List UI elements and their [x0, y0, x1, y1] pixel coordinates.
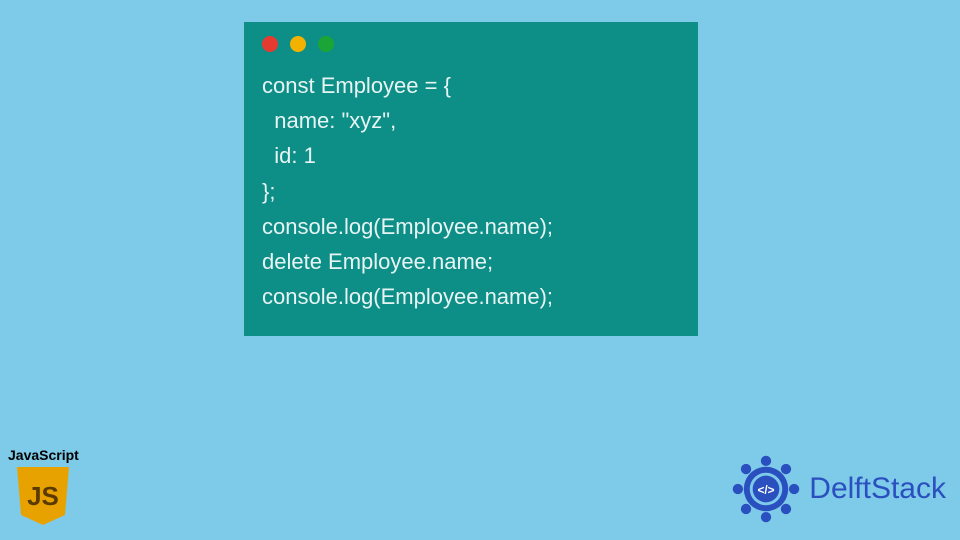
javascript-badge: JavaScript JS [8, 447, 79, 532]
delftstack-logo-glyph: </> [758, 483, 775, 497]
code-window: const Employee = { name: "xyz", id: 1 };… [244, 22, 698, 336]
javascript-shield-icon: JS [15, 465, 71, 527]
close-icon [262, 36, 278, 52]
delftstack-logo-icon: </> [729, 452, 803, 526]
brand-name: DelftStack [809, 472, 946, 506]
javascript-shield-text: JS [28, 481, 60, 511]
minimize-icon [290, 36, 306, 52]
javascript-label: JavaScript [8, 447, 79, 463]
maximize-icon [318, 36, 334, 52]
window-traffic-lights [262, 36, 680, 52]
brand-logo-area: </> DelftStack [729, 452, 946, 526]
code-block: const Employee = { name: "xyz", id: 1 };… [262, 68, 680, 314]
